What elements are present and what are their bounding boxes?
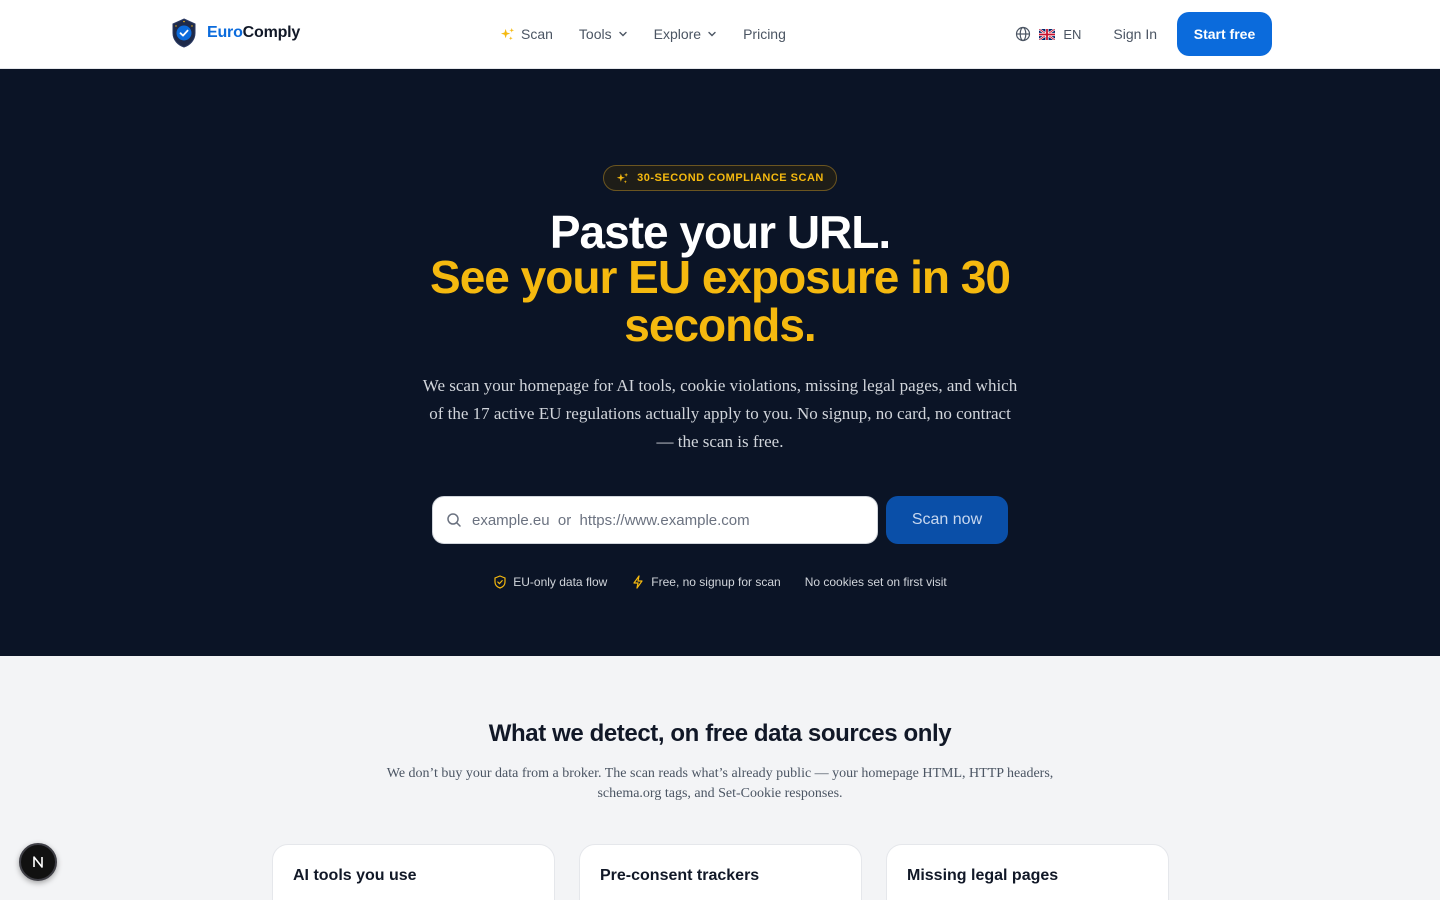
detect-section-description: We don’t buy your data from a broker. Th… — [386, 766, 1054, 801]
main-nav: Scan Tools Explore Pricing — [500, 0, 786, 68]
trust-item-free: Free, no signup for scan — [631, 575, 781, 589]
nav-item-explore[interactable]: Explore — [654, 26, 717, 42]
start-free-button[interactable]: Start free — [1177, 12, 1272, 56]
trust-item-label: EU-only data flow — [513, 575, 608, 589]
search-icon — [447, 513, 461, 527]
header-actions: EN Sign In Start free — [1015, 12, 1272, 56]
nav-item-scan[interactable]: Scan — [500, 26, 553, 42]
brand-logo[interactable]: EuroComply — [171, 18, 300, 48]
hero-title-line2: See your EU exposure in 30 seconds. — [430, 251, 1011, 351]
brand-name-part1: Euro — [207, 24, 243, 41]
url-input[interactable] — [472, 511, 852, 529]
trust-indicators: EU-only data flow Free, no signup for sc… — [0, 575, 1440, 589]
trust-item-eu-data: EU-only data flow — [493, 575, 607, 589]
site-header: EuroComply Scan Tools Explore Pricing EN… — [0, 0, 1440, 69]
hero-badge-label: 30-SECOND COMPLIANCE SCAN — [637, 172, 824, 184]
detect-card-legal-pages: Missing legal pages — [886, 844, 1169, 900]
lightning-icon — [633, 575, 643, 589]
detect-card-title: Pre-consent trackers — [600, 867, 760, 884]
detect-cards: AI tools you use Pre-consent trackers Mi… — [272, 844, 1169, 900]
trust-item-no-cookies: No cookies set on first visit — [805, 575, 947, 589]
scan-now-button[interactable]: Scan now — [886, 496, 1008, 544]
nav-item-label: Explore — [653, 26, 702, 42]
detect-card-ai-tools: AI tools you use — [272, 844, 555, 900]
sign-in-link[interactable]: Sign In — [1113, 26, 1157, 42]
nav-item-label: Scan — [521, 26, 553, 42]
sparkles-icon — [616, 172, 629, 183]
brand-name: EuroComply — [207, 24, 300, 42]
shield-check-icon — [494, 575, 506, 589]
trust-item-label: No cookies set on first visit — [804, 575, 947, 589]
detect-section-title: What we detect, on free data sources onl… — [488, 720, 952, 747]
url-search-box — [432, 496, 878, 544]
dev-tools-button[interactable] — [19, 843, 57, 881]
nav-item-label: Tools — [578, 26, 612, 42]
detect-card-title: Missing legal pages — [907, 867, 1059, 884]
language-code: EN — [1063, 26, 1082, 42]
sparkles-icon — [500, 27, 515, 40]
uk-flag-icon — [1039, 28, 1056, 40]
hero-description: We scan your homepage for AI tools, cook… — [422, 376, 1018, 451]
hero-badge: 30-SECOND COMPLIANCE SCAN — [603, 165, 837, 191]
hero-section: 30-SECOND COMPLIANCE SCAN Paste your URL… — [0, 69, 1440, 656]
nav-item-pricing[interactable]: Pricing — [743, 26, 786, 42]
detect-card-trackers: Pre-consent trackers — [579, 844, 862, 900]
chevron-down-icon — [708, 31, 716, 37]
language-switcher[interactable]: EN — [1015, 26, 1081, 42]
detect-card-title: AI tools you use — [293, 867, 417, 884]
n-logo-icon — [33, 856, 43, 868]
nav-item-tools[interactable]: Tools — [579, 26, 628, 42]
brand-name-part2: Comply — [242, 24, 301, 41]
globe-icon — [1016, 26, 1031, 42]
nav-item-label: Pricing — [743, 26, 786, 42]
trust-item-label: Free, no signup for scan — [651, 575, 781, 589]
shield-logo-icon — [172, 18, 196, 48]
chevron-down-icon — [618, 31, 627, 37]
